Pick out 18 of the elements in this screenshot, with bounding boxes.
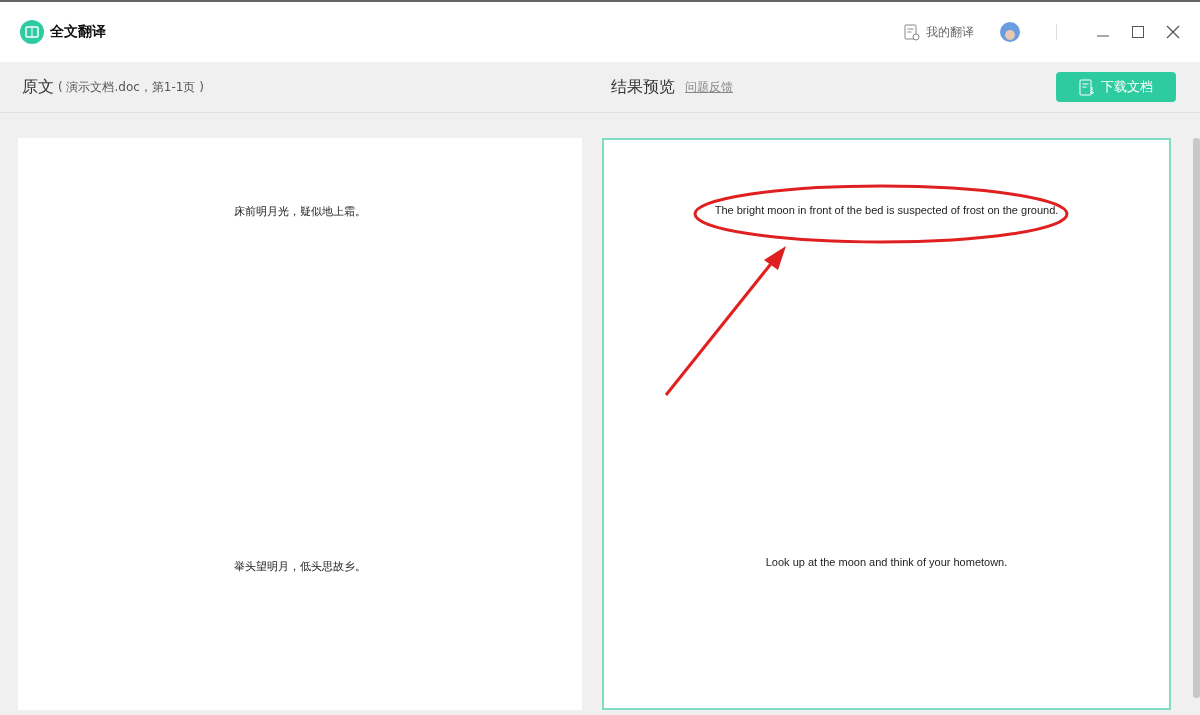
app-logo-icon [20, 20, 44, 44]
close-icon[interactable] [1164, 23, 1182, 41]
source-text: 床前明月光，疑似地上霜。 [234, 204, 366, 219]
document-clock-icon [904, 23, 920, 41]
feedback-link[interactable]: 问题反馈 [685, 78, 733, 96]
document-download-icon [1079, 78, 1095, 96]
source-text: 举头望明月，低头思故乡。 [234, 559, 366, 574]
scrollbar[interactable] [1193, 138, 1200, 698]
maximize-icon[interactable] [1129, 23, 1147, 41]
source-title: 原文 [22, 76, 54, 98]
my-translations-button[interactable]: 我的翻译 [904, 23, 974, 41]
result-title: 结果预览 [611, 76, 675, 98]
download-button[interactable]: 下载文档 [1056, 72, 1176, 102]
source-subtitle: ( 演示文档.doc，第1-1页 ) [58, 78, 204, 96]
translated-text: The bright moon in front of the bed is suspected of frost on the ground. [714, 204, 1059, 216]
translated-text: Look up at the moon and think of your hometown. [765, 556, 1008, 568]
app-title: 全文翻译 [50, 23, 106, 41]
avatar-icon[interactable] [1000, 22, 1020, 42]
